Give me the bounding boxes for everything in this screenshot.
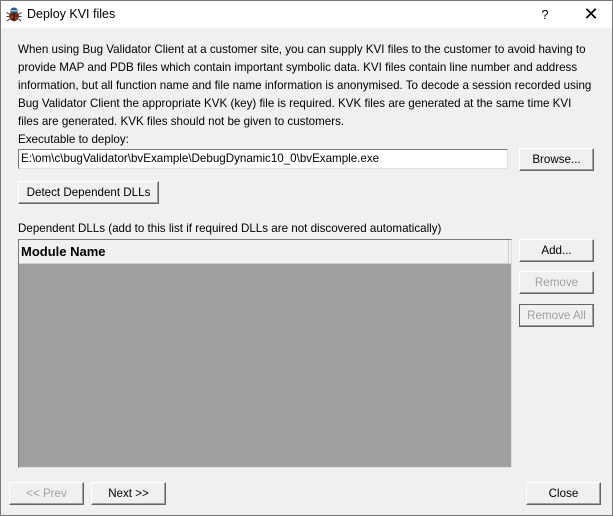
add-button-label: Add... bbox=[541, 244, 572, 257]
next-button-label: Next >> bbox=[108, 487, 149, 500]
detect-button-label: Detect Dependent DLLs bbox=[26, 186, 151, 199]
browse-button-label: Browse... bbox=[532, 153, 581, 166]
close-button[interactable]: Close bbox=[526, 482, 601, 505]
prev-button-label: << Prev bbox=[26, 487, 67, 500]
remove-all-button[interactable]: Remove All bbox=[519, 304, 594, 327]
next-button[interactable]: Next >> bbox=[91, 482, 166, 505]
remove-button[interactable]: Remove bbox=[519, 271, 594, 294]
list-header: Module Name bbox=[19, 240, 511, 264]
detect-dependent-dlls-button[interactable]: Detect Dependent DLLs bbox=[18, 181, 159, 204]
remove-all-button-label: Remove All bbox=[527, 309, 586, 322]
close-icon[interactable]: ✕ bbox=[573, 1, 609, 28]
deploy-kvi-dialog: Deploy KVI files ? ✕ When using Bug Vali… bbox=[0, 0, 613, 516]
executable-label: Executable to deploy: bbox=[18, 133, 129, 146]
close-button-label: Close bbox=[548, 487, 579, 500]
window-title: Deploy KVI files bbox=[27, 7, 116, 21]
browse-button[interactable]: Browse... bbox=[519, 148, 594, 171]
column-separator[interactable] bbox=[508, 240, 509, 264]
dependent-dlls-list[interactable]: Module Name bbox=[18, 239, 512, 468]
add-button[interactable]: Add... bbox=[519, 239, 594, 262]
remove-button-label: Remove bbox=[534, 276, 579, 289]
description-text: When using Bug Validator Client at a cus… bbox=[18, 43, 592, 128]
executable-path-input[interactable]: E:\om\c\bugValidator\bvExample\DebugDyna… bbox=[18, 149, 508, 169]
dependent-dlls-label: Dependent DLLs (add to this list if requ… bbox=[18, 222, 442, 235]
help-button[interactable]: ? bbox=[530, 1, 560, 28]
column-header-module-name[interactable]: Module Name bbox=[21, 244, 106, 259]
prev-button[interactable]: << Prev bbox=[9, 482, 84, 505]
bug-icon bbox=[6, 7, 22, 22]
title-bar: Deploy KVI files ? ✕ bbox=[1, 1, 612, 28]
